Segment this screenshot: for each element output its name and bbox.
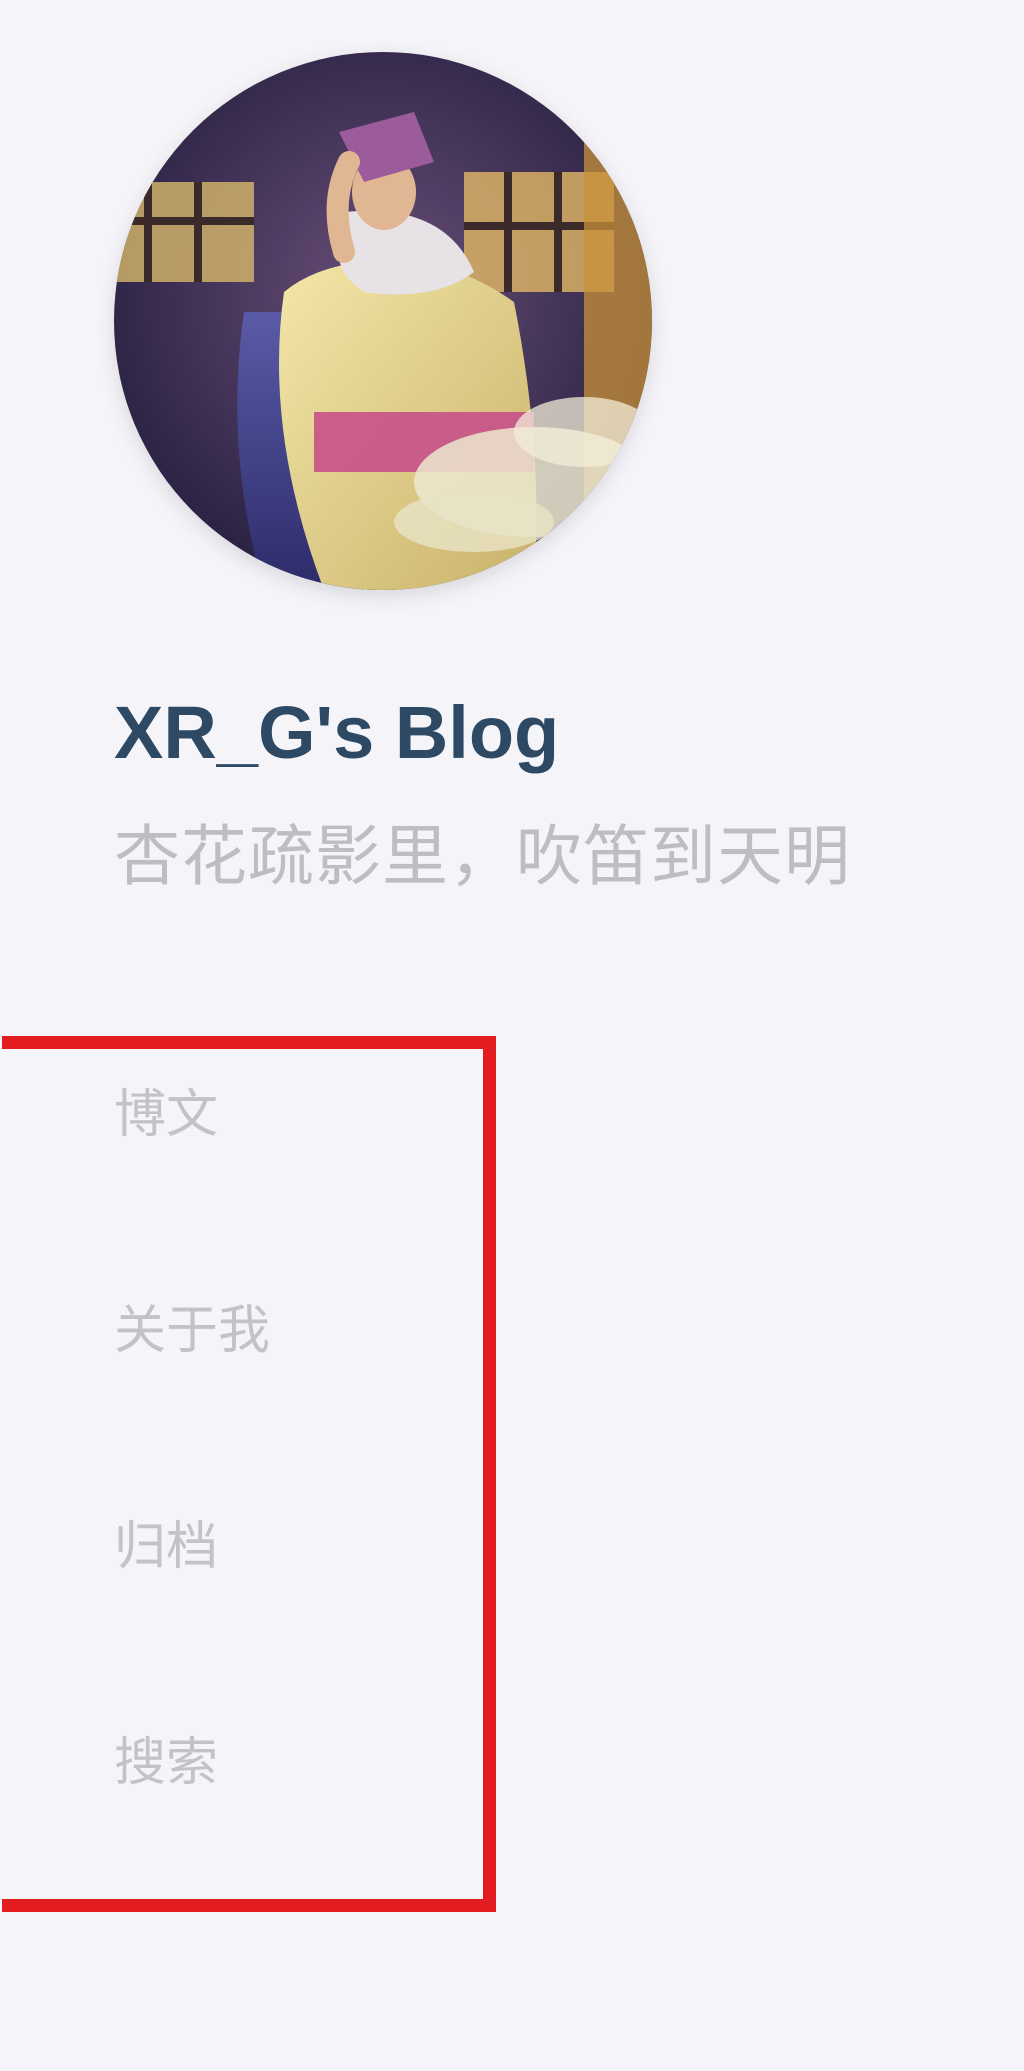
main-nav: 博文 关于我 归档 搜索 (114, 1080, 474, 1944)
site-subtitle: 杏花疏影里，吹笛到天明 (114, 818, 851, 895)
nav-item-archive[interactable]: 归档 (114, 1512, 474, 1728)
nav-item-about[interactable]: 关于我 (114, 1296, 474, 1512)
avatar-portrait-image (114, 52, 652, 590)
nav-item-posts[interactable]: 博文 (114, 1080, 474, 1296)
nav-item-search[interactable]: 搜索 (114, 1728, 474, 1944)
sidebar: XR_G's Blog 杏花疏影里，吹笛到天明 博文 关于我 归档 搜索 (0, 0, 1024, 2071)
site-title[interactable]: XR_G's Blog (114, 688, 559, 778)
avatar[interactable] (114, 52, 652, 590)
